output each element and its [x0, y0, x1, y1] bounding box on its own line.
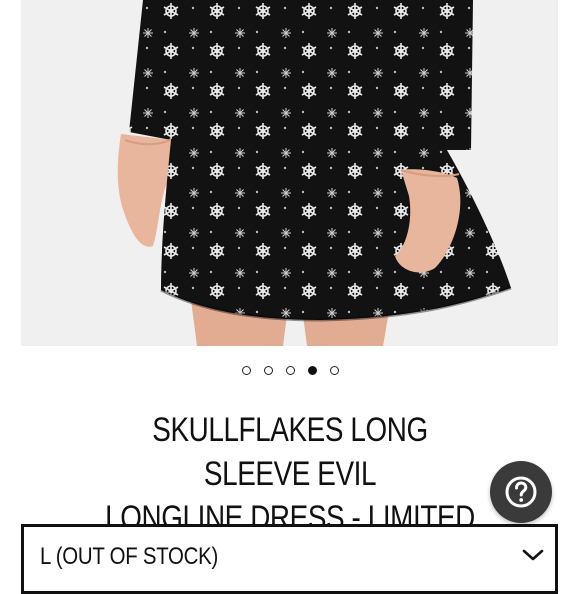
carousel-dot-4-active[interactable] — [307, 366, 317, 375]
product-title-line-1: SKULLFLAKES LONG SLEEVE EVIL — [152, 411, 428, 493]
size-select-value: L (OUT OF STOCK) — [40, 543, 219, 570]
help-button[interactable] — [490, 461, 552, 523]
product-title: SKULLFLAKES LONG SLEEVE EVIL LONGLINE DR… — [101, 408, 478, 540]
product-image[interactable] — [21, 0, 558, 346]
carousel-dot-2[interactable] — [263, 366, 273, 375]
carousel-dot-1[interactable] — [241, 366, 251, 375]
carousel-pagination — [0, 366, 580, 375]
carousel-dot-3[interactable] — [285, 366, 295, 375]
size-select[interactable]: L (OUT OF STOCK) — [21, 524, 558, 594]
chevron-down-icon — [522, 549, 544, 561]
question-mark-icon — [505, 476, 537, 508]
carousel-dot-5[interactable] — [329, 366, 339, 375]
